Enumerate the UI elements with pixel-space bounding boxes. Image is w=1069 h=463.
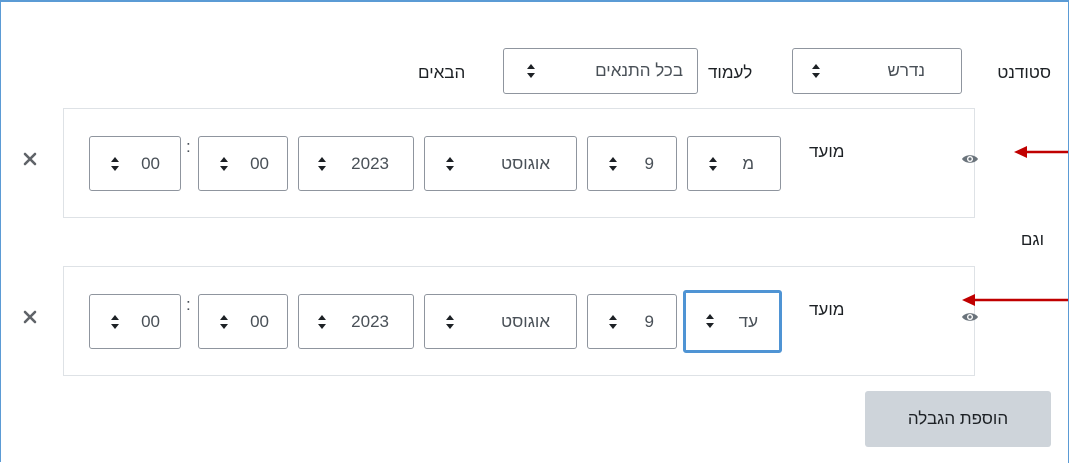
sort-arrows-icon <box>219 157 228 171</box>
hour-select-1[interactable]: 00 <box>198 136 288 191</box>
conditions-select-value: בכל התנאים <box>595 61 683 80</box>
meet-label: לעמוד <box>708 63 753 82</box>
day-select-1[interactable]: 9 <box>587 136 677 191</box>
direction-value-2: עד <box>738 311 758 331</box>
direction-select-2[interactable]: עד <box>683 290 782 353</box>
sort-arrows-icon <box>811 64 820 78</box>
date-label-1: מועד <box>809 142 845 161</box>
sort-arrows-icon <box>110 315 119 329</box>
minute-select-1[interactable]: 00 <box>89 136 181 191</box>
sort-arrows-icon <box>219 315 228 329</box>
day-value-1: 9 <box>644 153 654 173</box>
student-label: סטודנט <box>997 63 1051 82</box>
minute-value-2: 00 <box>141 311 160 331</box>
hour-select-2[interactable]: 00 <box>198 294 288 349</box>
direction-value-1: מ <box>742 153 754 173</box>
month-value-1: אוגוסט <box>501 153 550 173</box>
close-icon[interactable] <box>22 309 38 325</box>
sort-arrows-icon <box>526 64 535 78</box>
eye-icon[interactable] <box>961 153 979 165</box>
time-separator-2: : <box>186 295 191 314</box>
date-label-2: מועד <box>809 300 845 319</box>
sort-arrows-icon <box>608 315 617 329</box>
add-restriction-button[interactable]: הוספת הגבלה <box>865 391 1051 447</box>
month-select-1[interactable]: אוגוסט <box>424 136 577 191</box>
annotation-arrow-2 <box>962 294 1068 306</box>
day-value-2: 9 <box>644 311 654 331</box>
sort-arrows-icon <box>110 157 119 171</box>
must-select[interactable]: נדרש <box>792 48 962 94</box>
following-label: הבאים <box>418 63 466 82</box>
month-value-2: אוגוסט <box>501 311 550 331</box>
day-select-2[interactable]: 9 <box>587 294 677 349</box>
hour-value-1: 00 <box>250 153 269 173</box>
conditions-select[interactable]: בכל התנאים <box>503 48 698 94</box>
must-select-value: נדרש <box>887 61 925 80</box>
sort-arrows-icon <box>317 315 326 329</box>
annotation-arrow-1 <box>1014 146 1068 158</box>
sort-arrows-icon <box>708 157 717 171</box>
sort-arrows-icon <box>317 157 326 171</box>
sort-arrows-icon <box>705 314 714 328</box>
year-select-2[interactable]: 2023 <box>298 294 414 349</box>
minute-select-2[interactable]: 00 <box>89 294 181 349</box>
sort-arrows-icon <box>445 157 454 171</box>
year-value-2: 2023 <box>351 311 389 331</box>
direction-select-1[interactable]: מ <box>687 136 781 191</box>
hour-value-2: 00 <box>250 311 269 331</box>
year-value-1: 2023 <box>351 153 389 173</box>
eye-icon[interactable] <box>961 311 979 323</box>
sort-arrows-icon <box>608 157 617 171</box>
month-select-2[interactable]: אוגוסט <box>424 294 577 349</box>
sort-arrows-icon <box>445 315 454 329</box>
time-separator-1: : <box>186 137 191 156</box>
minute-value-1: 00 <box>141 153 160 173</box>
year-select-1[interactable]: 2023 <box>298 136 414 191</box>
and-label: וגם <box>1020 230 1044 249</box>
close-icon[interactable] <box>22 151 38 167</box>
